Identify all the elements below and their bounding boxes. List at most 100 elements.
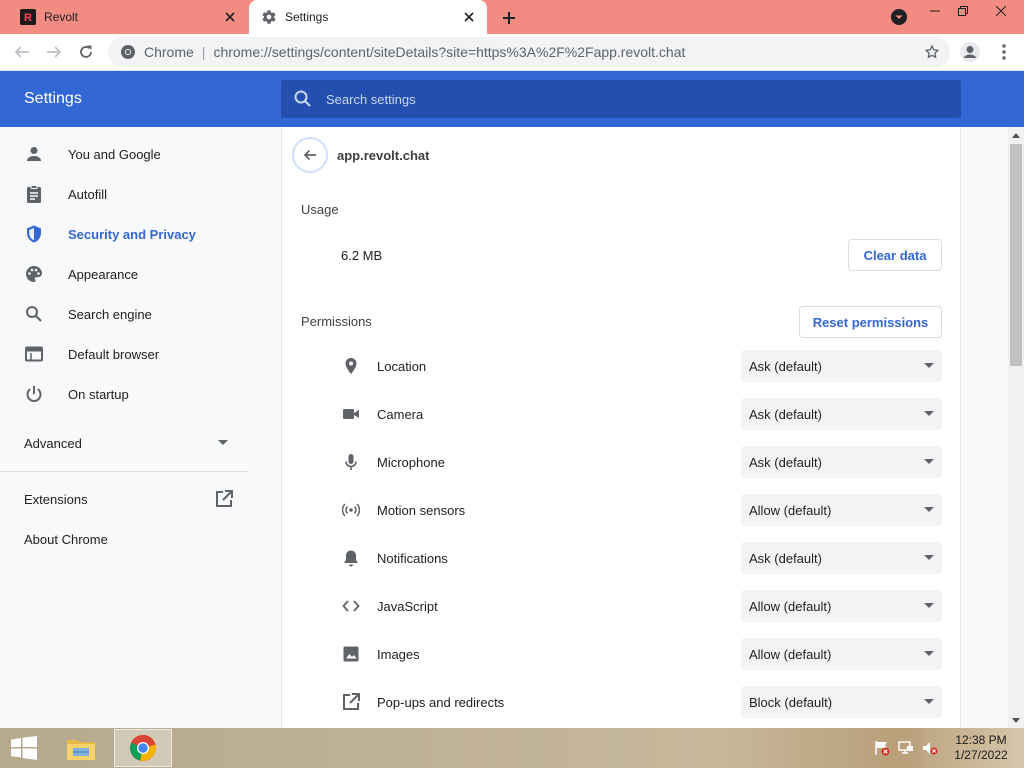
- permission-row-popups: Pop-ups and redirects Block (default): [282, 678, 962, 726]
- settings-header: Settings: [0, 71, 1024, 127]
- usage-heading: Usage: [301, 202, 339, 217]
- tab-settings[interactable]: Settings: [249, 0, 487, 34]
- permission-select-notifications[interactable]: Ask (default): [741, 542, 942, 574]
- dropdown-arrow-icon: [924, 555, 934, 560]
- permission-select-images[interactable]: Allow (default): [741, 638, 942, 670]
- arrow-left-icon: [14, 46, 29, 58]
- code-icon: [342, 597, 360, 615]
- settings-search-box[interactable]: [281, 80, 961, 118]
- chevron-down-icon: [218, 440, 228, 445]
- dropdown-arrow-icon: [924, 603, 934, 608]
- advanced-label: Advanced: [24, 435, 82, 451]
- image-icon: [342, 645, 360, 663]
- scrollbar-thumb[interactable]: [1010, 144, 1022, 366]
- extensions-link[interactable]: Extensions: [0, 479, 248, 519]
- clipboard-icon: [24, 184, 44, 204]
- scroll-up-arrow-icon[interactable]: [1008, 127, 1024, 143]
- divider: [0, 471, 248, 472]
- close-tab-icon[interactable]: [457, 5, 481, 29]
- reload-button[interactable]: [72, 38, 100, 66]
- browser-menu-button[interactable]: [990, 38, 1018, 66]
- dropdown-arrow-icon: [924, 363, 934, 368]
- clear-data-button[interactable]: Clear data: [848, 239, 942, 271]
- dropdown-arrow-icon: [924, 507, 934, 512]
- action-center-flag-icon[interactable]: [874, 740, 890, 756]
- close-window-button[interactable]: [978, 0, 1024, 22]
- bookmark-star-icon[interactable]: [924, 44, 940, 60]
- profile-button[interactable]: [956, 38, 984, 66]
- about-chrome-link[interactable]: About Chrome: [0, 519, 248, 559]
- search-input[interactable]: [326, 91, 926, 107]
- windows-taskbar: 12:38 PM 1/27/2022: [0, 728, 1024, 768]
- permission-select-microphone[interactable]: Ask (default): [741, 446, 942, 478]
- address-bar[interactable]: Chrome | chrome://settings/content/siteD…: [108, 37, 950, 67]
- permission-select-motion-sensors[interactable]: Allow (default): [741, 494, 942, 526]
- omnibox-url[interactable]: chrome://settings/content/siteDetails?si…: [213, 44, 685, 60]
- person-icon: [24, 144, 44, 164]
- permission-row-location: Location Ask (default): [282, 342, 962, 390]
- permission-select-location[interactable]: Ask (default): [741, 350, 942, 382]
- network-icon[interactable]: [898, 740, 914, 756]
- sidebar-item-search-engine[interactable]: Search engine: [0, 294, 280, 334]
- sidebar-item-label: Appearance: [68, 266, 139, 282]
- gear-icon: [261, 9, 277, 25]
- chrome-logo-icon: [130, 734, 156, 761]
- scroll-down-arrow-icon[interactable]: [1008, 712, 1024, 728]
- permission-row-notifications: Notifications Ask (default): [282, 534, 962, 582]
- system-clock[interactable]: 12:38 PM 1/27/2022: [948, 733, 1014, 763]
- microphone-icon: [342, 453, 360, 471]
- sidebar-item-default-browser[interactable]: Default browser: [0, 334, 280, 374]
- sidebar-item-autofill[interactable]: Autofill: [0, 174, 280, 214]
- sidebar-item-appearance[interactable]: Appearance: [0, 254, 280, 294]
- palette-icon: [24, 264, 44, 284]
- vertical-scrollbar[interactable]: [1008, 127, 1024, 728]
- sidebar-item-on-startup[interactable]: On startup: [0, 374, 280, 414]
- chrome-logo-icon[interactable]: [120, 44, 136, 60]
- forward-button[interactable]: [40, 38, 68, 66]
- dropdown-arrow-icon: [924, 411, 934, 416]
- minimize-icon: [929, 10, 940, 12]
- tab-title: Revolt: [44, 10, 79, 24]
- chrome-taskbar-icon[interactable]: [114, 729, 172, 767]
- svg-text:R: R: [24, 12, 32, 24]
- volume-muted-icon[interactable]: [922, 740, 938, 756]
- sidebar-item-security-and-privacy[interactable]: Security and Privacy: [0, 214, 280, 254]
- select-value: Ask (default): [749, 359, 822, 374]
- sidebar-item-label: Search engine: [68, 306, 152, 322]
- windows-start-button[interactable]: [0, 728, 48, 768]
- power-icon: [24, 384, 44, 404]
- reset-permissions-button[interactable]: Reset permissions: [799, 306, 942, 338]
- permission-select-javascript[interactable]: Allow (default): [741, 590, 942, 622]
- permission-select-popups[interactable]: Block (default): [741, 686, 942, 718]
- select-value: Allow (default): [749, 599, 832, 614]
- tab-search-button[interactable]: [887, 5, 911, 29]
- sidebar-item-you-and-google[interactable]: You and Google: [0, 134, 280, 174]
- permission-label: JavaScript: [377, 599, 438, 614]
- tab-revolt[interactable]: R Revolt: [8, 0, 248, 34]
- tab-title: Settings: [285, 10, 329, 24]
- back-button[interactable]: [8, 38, 36, 66]
- file-explorer-taskbar-icon[interactable]: [56, 728, 106, 768]
- chevron-down-circle-icon: [891, 9, 907, 25]
- restore-button[interactable]: [946, 0, 979, 22]
- search-icon: [24, 304, 44, 324]
- close-icon: [996, 6, 1006, 16]
- select-value: Block (default): [749, 695, 833, 710]
- permission-select-camera[interactable]: Ask (default): [741, 398, 942, 430]
- select-value: Allow (default): [749, 647, 832, 662]
- permission-label: Pop-ups and redirects: [377, 695, 505, 710]
- sidebar-item-label: You and Google: [68, 146, 161, 162]
- new-tab-button[interactable]: [496, 5, 522, 31]
- page-title: app.revolt.chat: [337, 148, 430, 163]
- permission-label: Notifications: [377, 551, 448, 566]
- sidebar-item-label: Security and Privacy: [68, 226, 196, 242]
- select-value: Ask (default): [749, 407, 822, 422]
- dropdown-arrow-icon: [924, 699, 934, 704]
- permission-label: Location: [377, 359, 427, 374]
- back-arrow-button[interactable]: [292, 137, 328, 173]
- permission-label: Motion sensors: [377, 503, 466, 518]
- advanced-toggle[interactable]: Advanced: [0, 423, 248, 463]
- more-vert-icon: [1002, 44, 1006, 60]
- close-tab-icon[interactable]: [218, 5, 242, 29]
- open-in-new-icon: [342, 693, 360, 711]
